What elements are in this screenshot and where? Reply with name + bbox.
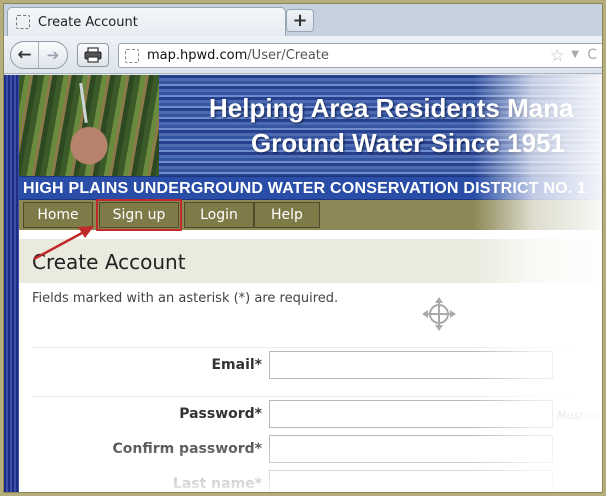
menu-item-label: Home [37,207,79,223]
page-content: Helping Area Residents Mana Ground Water… [4,75,602,492]
confirm-password-field[interactable] [269,435,553,463]
forward-arrow-icon: ➔ [46,46,60,64]
confirm-password-label: Confirm password* [112,441,262,457]
left-decorative-bar [4,75,19,492]
bookmark-star-icon[interactable]: ☆ [550,46,565,66]
form-divider [32,347,572,348]
menu-item-label: Login [200,207,238,223]
back-arrow-icon: ← [17,45,32,65]
address-bar[interactable]: map.hpwd.com/User/Create ☆ ▼ C [118,43,602,68]
password-hint: Must co [557,409,600,422]
back-forward-group: ← ➔ [10,41,68,69]
tab-strip: Create Account + [4,4,602,36]
url-dropdown-icon[interactable]: ▼ [571,49,579,60]
print-button[interactable] [77,43,109,67]
menu-item-home[interactable]: Home [23,202,93,228]
sign-up-highlight-box [96,199,182,231]
back-button[interactable]: ← [11,42,39,68]
menu-item-help[interactable]: Help [254,202,320,228]
required-fields-note: Fields marked with an asterisk (*) are r… [32,291,339,306]
site-identity-icon [125,48,139,63]
navigation-bar: ← ➔ map.hpwd.com/User/Create ☆ ▼ C [4,36,602,74]
email-label: Email* [211,357,262,373]
forward-button[interactable]: ➔ [39,42,67,68]
banner-slogan-line2: Ground Water Since 1951 [251,128,566,158]
email-field[interactable] [269,351,553,379]
plus-icon: + [292,10,308,31]
page-title: Create Account [32,250,186,274]
browser-tab[interactable]: Create Account [7,7,286,36]
menu-item-login[interactable]: Login [184,202,254,228]
password-label: Password* [179,406,262,422]
reload-icon[interactable]: C [587,47,597,63]
url-host: map.hpwd.com [147,48,248,63]
printer-icon [84,47,102,63]
district-name: HIGH PLAINS UNDERGROUND WATER CONSERVATI… [19,176,602,200]
url-path: /User/Create [247,48,329,63]
password-field[interactable] [269,400,553,428]
last-name-field[interactable] [269,470,553,492]
banner-slogan-line1: Helping Area Residents Mana [209,93,574,123]
last-name-label: Last name* [172,476,262,492]
form-divider [32,396,572,397]
move-cursor-icon [422,297,456,331]
banner-photo [19,75,159,176]
new-tab-button[interactable]: + [286,9,314,32]
browser-window: Create Account + ← ➔ map.hpwd.com/User/C… [3,3,603,493]
page-favicon-icon [16,15,30,29]
menu-item-label: Help [271,207,303,223]
tab-title: Create Account [38,14,138,30]
